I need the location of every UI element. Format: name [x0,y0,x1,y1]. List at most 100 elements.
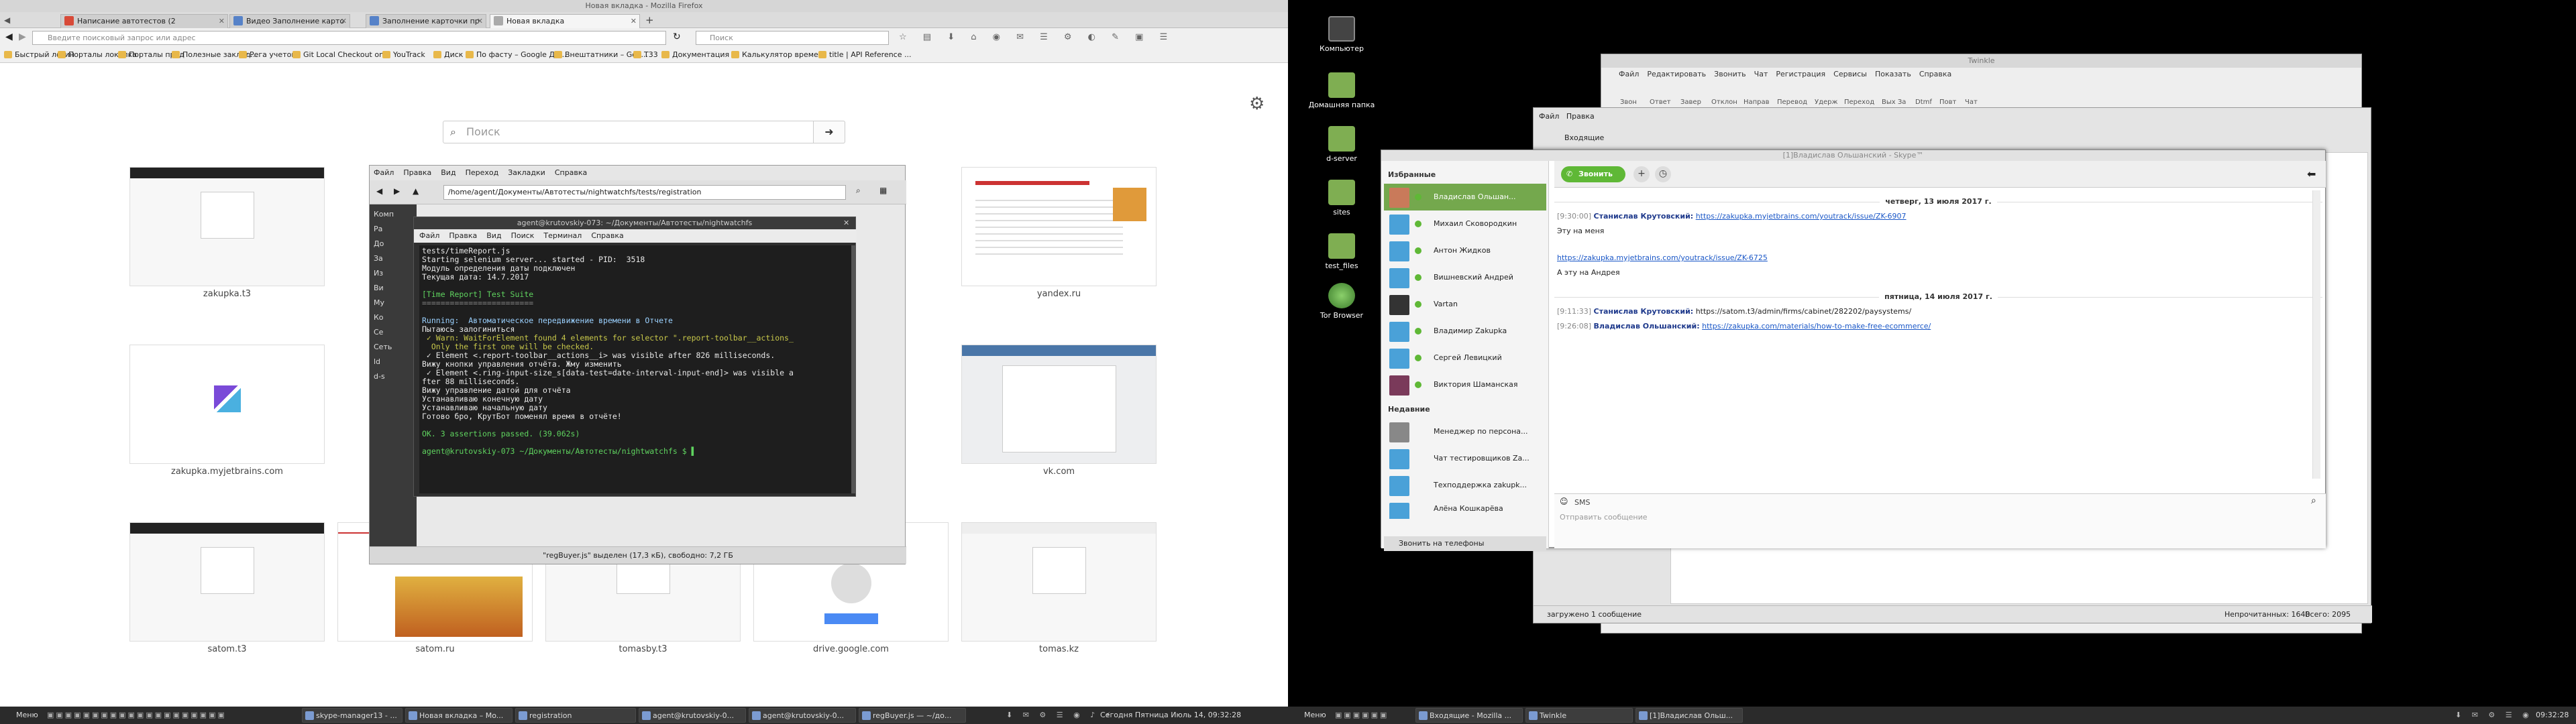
contact-item[interactable]: Михаил Сковородкин [1384,210,1546,237]
new-tab-icon[interactable]: + [645,14,654,26]
message-link[interactable]: https://zakupka.com/materials/how-to-mak… [1702,322,1931,330]
close-tab-icon[interactable]: ✕ [219,15,225,27]
toolbar-chat-button[interactable]: Чат [1965,99,1978,106]
sidebar-item[interactable]: Сеть [374,340,413,355]
recent-item[interactable]: Менеджер по персона... [1384,418,1546,445]
toolbar-mute-button[interactable]: Вых За [1882,99,1906,106]
contact-item[interactable]: Антон Жидков [1384,237,1546,264]
add-person-icon[interactable]: + [1633,166,1650,182]
close-tab-icon[interactable]: ✕ [477,15,483,27]
mail-tab[interactable]: Входящие [1554,133,1604,142]
bookmark-item[interactable]: Рега учеток [239,47,296,62]
close-tab-icon[interactable]: ✕ [341,15,347,27]
toolbar-redirect-button[interactable]: Направ [1743,99,1770,106]
desktop-icon-d-server[interactable]: d-server [1308,126,1375,163]
contact-item[interactable]: Виктория Шаманская [1384,371,1546,398]
history-icon[interactable]: ◷ [1655,166,1671,182]
recent-item[interactable]: Техподдержка zakupk... [1384,472,1546,499]
taskbar-window[interactable]: skype-manager13 - ... [302,708,402,723]
menu-file[interactable]: Файл [1539,112,1559,121]
menu-services[interactable]: Сервисы [1833,70,1867,78]
menu-go[interactable]: Переход [466,168,499,177]
toolbar-dtmf-button[interactable]: Dtmf [1915,99,1932,106]
sidebar-item[interactable]: ld [374,355,413,369]
menu-edit[interactable]: Правка [403,168,431,177]
menu-file[interactable]: Файл [1619,70,1639,78]
taskbar-window[interactable]: [1]Владислав Ольш... [1635,708,1743,723]
contact-item[interactable]: Сергей Левицкий [1384,345,1546,371]
newtab-search-input[interactable]: ⌕ Поиск [443,121,845,143]
recent-item[interactable]: Алёна Кошкарёва [1384,499,1546,519]
contact-item[interactable]: Вишневский Андрей [1384,264,1546,291]
menu-edit[interactable]: Правка [449,231,477,240]
toolbar-reject-button[interactable]: Отклон [1711,99,1737,106]
back-arrow-icon[interactable]: ⬅ [2307,168,2316,180]
sidebar-item[interactable]: Из [374,266,413,281]
menu-registration[interactable]: Регистрация [1776,70,1825,78]
back-tab-icon[interactable]: ◀ [4,15,10,25]
gear-icon[interactable]: ⚙ [1249,94,1265,114]
toolbar-transfer-button[interactable]: Перевод [1777,99,1807,106]
search-input[interactable]: Поиск [696,31,889,45]
bookmark-item[interactable]: YouTrack [382,47,425,62]
up-icon[interactable]: ▲ [413,186,419,196]
call-phones-button[interactable]: Звонить на телефоны [1384,536,1546,551]
toolbar-redial-button[interactable]: Повт [1939,99,1956,106]
sidebar-item[interactable]: Се [374,325,413,340]
message-link[interactable]: https://zakupka.myjetbrains.com/youtrack… [1557,253,1768,262]
taskbar-window[interactable]: agent@krutovskiy-0... [749,708,856,723]
bookmark-item[interactable]: Git Local Checkout on... [292,47,391,62]
desktop-icon-sites[interactable]: sites [1308,180,1375,217]
close-icon[interactable]: ✕ [843,219,849,227]
tab-2[interactable]: Видео Заполнение карто ✕ [229,14,350,28]
menu-file[interactable]: Файл [419,231,439,240]
taskbar-window[interactable]: agent@krutovskiy-0... [639,708,746,723]
taskbar-window[interactable]: Новая вкладка – Mo... [405,708,513,723]
top-site-tile[interactable]: yandex.ru [961,167,1157,304]
start-menu-button[interactable]: Меню [1292,707,1326,724]
sidebar-item[interactable]: Ви [374,281,413,296]
menu-edit[interactable]: Правка [1566,112,1595,121]
terminal-output[interactable]: tests/timeReport.js Starting selenium ser… [419,245,851,493]
path-bar[interactable]: /home/agent/Документы/Автотесты/nightwat… [443,185,846,200]
menu-file[interactable]: Файл [374,168,394,177]
top-site-tile[interactable]: vk.com [961,345,1157,481]
menu-help[interactable]: Справка [591,231,623,240]
menu-terminal[interactable]: Терминал [543,231,582,240]
menu-view[interactable]: Вид [441,168,455,177]
sidebar-item[interactable]: d-s [374,369,413,384]
sidebar-item[interactable]: Му [374,296,413,310]
toolbar-hold-button[interactable]: Удерж [1815,99,1838,106]
bookmark-item[interactable]: Калькулятор време... [731,47,825,62]
terminal-scrollbar[interactable] [851,245,855,493]
bookmark-item[interactable]: Т33 [633,47,658,62]
sidebar-item[interactable]: До [374,237,413,251]
top-site-tile[interactable]: tomas.kz [961,522,1157,659]
toolbar-answer-button[interactable]: Ответ [1650,99,1671,106]
tab-4[interactable]: Новая вкладка ✕ [490,14,640,28]
contact-item[interactable]: Владислав Ольшан... [1384,184,1546,210]
top-site-tile[interactable]: zakupka.myjetbrains.com [129,345,325,481]
taskbar-window[interactable]: registration [515,708,636,723]
desktop-icon-tor-browser[interactable]: Tor Browser [1308,283,1375,320]
sidebar-item[interactable]: За [374,251,413,266]
top-site-tile[interactable]: satom.t3 [129,522,325,659]
message-link[interactable]: https://zakupka.myjetbrains.com/youtrack… [1696,212,1907,221]
menu-help[interactable]: Справка [555,168,587,177]
search-go-button[interactable]: ➜ [813,121,845,143]
menu-bookmarks[interactable]: Закладки [508,168,545,177]
forward-icon[interactable]: ▶ [19,32,26,42]
tray-icons[interactable]: ⬇ ✉ ⚙ ☰ ◉ ♪ ⚡ [1006,707,1114,724]
sidebar-item[interactable]: Комп [374,207,413,222]
desktop-icon-home[interactable]: Домашняя папка [1308,72,1375,109]
bookmark-item[interactable]: По фасту – Google Ди... [466,47,567,62]
bookmark-item[interactable]: Документация [661,47,729,62]
forward-icon[interactable]: ▶ [394,186,400,196]
emoticon-icon[interactable]: ☺ [1560,497,1568,506]
taskbar-window[interactable]: Входящие - Mozilla ... [1415,708,1523,723]
menu-call[interactable]: Звонить [1714,70,1746,78]
search-icon[interactable]: ⌕ [2311,495,2316,506]
call-button[interactable]: ✆ Звонить [1561,166,1625,182]
launcher-icons[interactable]: ▣▣▣▣▣▣▣▣▣▣▣▣▣▣▣▣▣▣▣▣ [47,707,227,724]
back-icon[interactable]: ◀ [5,32,13,42]
